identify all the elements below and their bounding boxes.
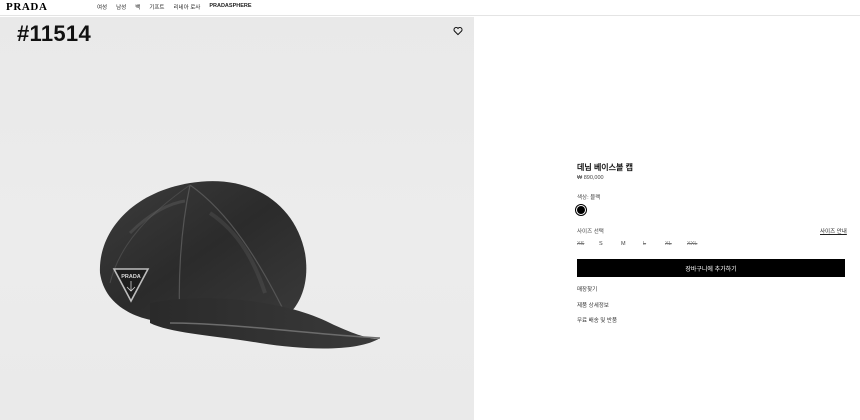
size-options: XS S M L XL XXL: [577, 241, 709, 247]
size-option-m[interactable]: M: [621, 241, 643, 247]
nav-item-men[interactable]: 남성: [116, 3, 126, 11]
add-to-cart-button[interactable]: 장바구니에 추가하기: [577, 259, 845, 277]
product-title: 데님 베이스볼 캡: [577, 163, 633, 172]
main-nav: 여성 남성 백 기프트 리네아 로사 PRADASPHERE: [97, 3, 252, 11]
nav-item-linea-rossa[interactable]: 리네아 로사: [174, 3, 201, 11]
nav-item-women[interactable]: 여성: [97, 3, 107, 11]
product-info-panel: 데님 베이스볼 캡 ₩ 890,000 색상: 블랙 사이즈 선택 사이즈 안내…: [474, 17, 860, 420]
nav-item-gifts[interactable]: 기프트: [149, 3, 164, 11]
shipping-returns-link[interactable]: 무료 배송 및 반품: [577, 316, 617, 324]
size-option-l[interactable]: L: [643, 241, 665, 247]
watermark-id: #11514: [17, 21, 91, 46]
color-swatch-black[interactable]: [575, 204, 587, 216]
product-image-cap: PRADA: [99, 181, 381, 349]
store-locator-link[interactable]: 매장찾기: [577, 285, 597, 293]
brand-logo[interactable]: PRADA: [6, 1, 48, 13]
size-option-xxl[interactable]: XXL: [687, 241, 709, 247]
product-price: ₩ 890,000: [577, 175, 604, 181]
heart-icon[interactable]: [453, 26, 463, 36]
size-option-s[interactable]: S: [599, 241, 621, 247]
product-image-panel: #11514 PRADA: [0, 17, 474, 420]
product-details-link[interactable]: 제품 상세정보: [577, 301, 609, 309]
size-option-xl[interactable]: XL: [665, 241, 687, 247]
nav-item-bags[interactable]: 백: [135, 3, 140, 11]
svg-text:PRADA: PRADA: [121, 274, 141, 280]
nav-item-pradasphere[interactable]: PRADASPHERE: [209, 3, 251, 11]
color-label: 색상: 블랙: [577, 195, 601, 201]
size-option-xs[interactable]: XS: [577, 241, 599, 247]
size-guide-link[interactable]: 사이즈 안내: [820, 227, 847, 235]
top-nav: PRADA 여성 남성 백 기프트 리네아 로사 PRADASPHERE: [0, 0, 860, 16]
size-select-label: 사이즈 선택: [577, 229, 604, 235]
